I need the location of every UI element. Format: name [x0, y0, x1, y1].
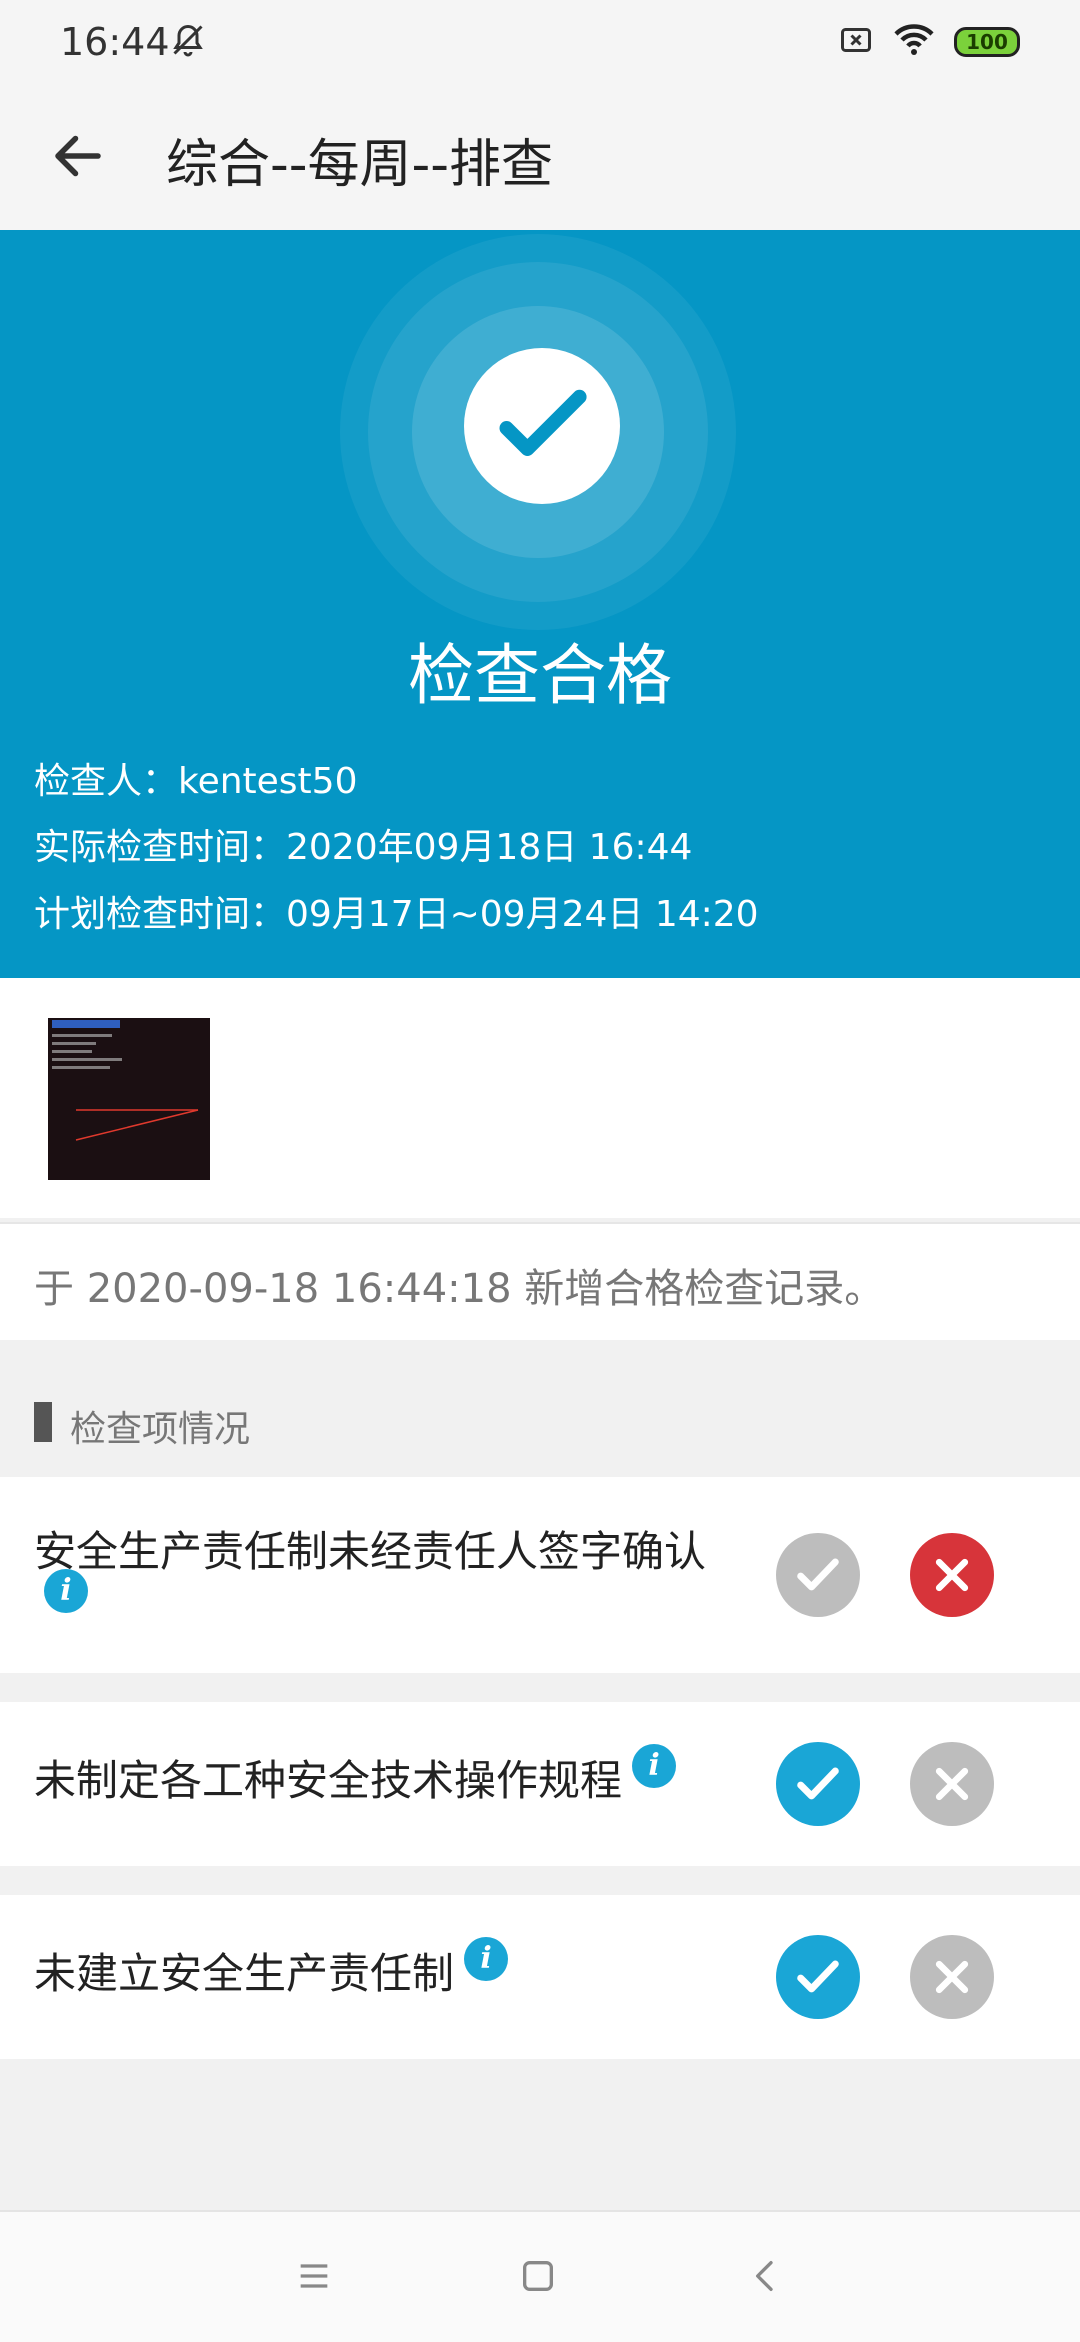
wifi-icon: [892, 22, 936, 62]
check-item: 未建立安全生产责任制 i: [0, 1895, 1080, 2059]
app-bar: 综合--每周--排查: [0, 90, 1080, 230]
record-note: 于 2020-09-18 16:44:18 新增合格检查记录。: [0, 1222, 1080, 1342]
record-text: 于 2020-09-18 16:44:18 新增合格检查记录。: [34, 1266, 885, 1312]
sim-none-icon: [838, 22, 874, 62]
status-bar: 16:44 100: [0, 0, 1080, 90]
home-icon[interactable]: [518, 2256, 558, 2296]
battery-level: 100: [966, 30, 1008, 54]
pass-check-icon: [464, 348, 620, 504]
fail-button[interactable]: [910, 1533, 994, 1617]
fail-button[interactable]: [910, 1935, 994, 2019]
system-nav-bar: [0, 2210, 1080, 2342]
check-item-label: 未建立安全生产责任制 i: [34, 1937, 714, 2001]
fail-button[interactable]: [910, 1742, 994, 1826]
result-status: 检查合格: [408, 637, 672, 714]
check-item-label: 未制定各工种安全技术操作规程 i: [34, 1744, 714, 1808]
section-title: 检查项情况: [70, 1409, 251, 1450]
page-title: 综合--每周--排查: [166, 135, 554, 195]
photo-thumbnail[interactable]: [48, 1018, 210, 1180]
status-time: 16:44: [60, 20, 170, 64]
pass-button[interactable]: [776, 1935, 860, 2019]
inspector-line: 检查人：kentest50: [34, 761, 358, 802]
check-item-label: 安全生产责任制未经责任人签字确认i: [34, 1525, 714, 1633]
menu-icon[interactable]: [294, 2256, 334, 2296]
check-item: 未制定各工种安全技术操作规程 i: [0, 1702, 1080, 1866]
section-header: 检查项情况: [0, 1340, 1080, 1476]
info-icon[interactable]: i: [632, 1744, 677, 1788]
battery-icon: 100: [954, 27, 1020, 57]
check-item: 安全生产责任制未经责任人签字确认i: [0, 1477, 1080, 1673]
info-icon[interactable]: i: [44, 1569, 88, 1613]
photo-section: [0, 978, 1080, 1218]
back-nav-icon[interactable]: [746, 2256, 786, 2296]
info-icon[interactable]: i: [464, 1937, 509, 1981]
pass-button[interactable]: [776, 1742, 860, 1826]
bell-muted-icon: [170, 22, 206, 62]
back-arrow-icon[interactable]: [48, 126, 108, 186]
planned-time-line: 计划检查时间：09月17日~09月24日 14:20: [34, 894, 759, 935]
section-marker: [34, 1402, 52, 1442]
result-panel: 检查合格 检查人：kentest50 实际检查时间：2020年09月18日 16…: [0, 230, 1080, 978]
pass-button[interactable]: [776, 1533, 860, 1617]
actual-time-line: 实际检查时间：2020年09月18日 16:44: [34, 827, 693, 868]
